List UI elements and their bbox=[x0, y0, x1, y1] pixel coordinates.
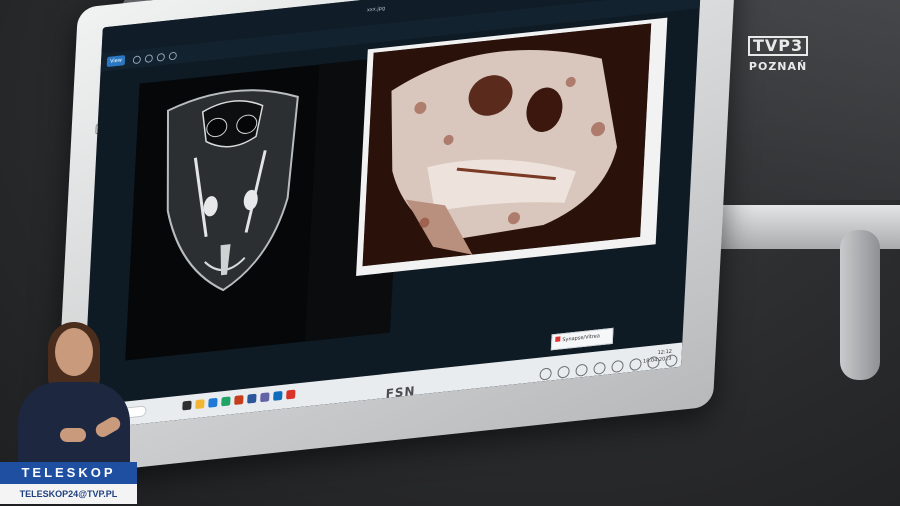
hw-button[interactable] bbox=[647, 355, 660, 370]
skull-3d-render bbox=[362, 23, 652, 267]
windows-taskbar: Szukaj 12:12 18.04.2023 bbox=[81, 342, 683, 431]
sign-language-interpreter bbox=[10, 320, 135, 472]
hw-button[interactable] bbox=[557, 365, 570, 379]
pacs-app-icon[interactable] bbox=[286, 389, 296, 400]
hw-button[interactable] bbox=[665, 354, 678, 368]
3d-skull-reconstruction bbox=[362, 23, 652, 267]
channel-logo: TVP3 POZNAŃ bbox=[748, 36, 809, 73]
interpreter-hand bbox=[60, 428, 86, 442]
hw-button[interactable] bbox=[575, 363, 588, 377]
hw-button[interactable] bbox=[593, 361, 606, 375]
teams-icon[interactable] bbox=[260, 392, 270, 403]
zoom-icon[interactable] bbox=[132, 55, 142, 65]
reconstruction-frame bbox=[356, 17, 668, 276]
notification-title: Synapse/Vitrea bbox=[562, 333, 601, 344]
taskbar-apps bbox=[182, 389, 296, 411]
ct-skull-scan bbox=[166, 89, 299, 292]
hw-button[interactable] bbox=[611, 359, 624, 374]
hw-button[interactable] bbox=[629, 357, 642, 372]
hw-button[interactable] bbox=[539, 367, 552, 381]
powerpoint-icon[interactable] bbox=[234, 395, 244, 406]
interpreter-face bbox=[55, 328, 93, 376]
notification-toast[interactable]: Synapse/Vitrea bbox=[550, 327, 614, 351]
tvp3-logo: TVP3 bbox=[748, 36, 809, 56]
channel-city: POZNAŃ bbox=[748, 60, 808, 73]
outlook-icon[interactable] bbox=[273, 390, 283, 401]
window-title: xxx.jpg bbox=[366, 5, 386, 14]
file-explorer-icon[interactable] bbox=[195, 399, 205, 410]
edge-icon[interactable] bbox=[208, 397, 218, 408]
contact-email: TELESKOP24@TVP.PL bbox=[0, 484, 137, 504]
lower-third: TELESKOP TELESKOP24@TVP.PL bbox=[0, 462, 137, 504]
excel-icon[interactable] bbox=[221, 396, 231, 407]
monitor-arm-joint bbox=[840, 230, 880, 380]
more-icon[interactable] bbox=[168, 51, 178, 61]
app-icon bbox=[555, 336, 561, 342]
operating-room-scene: 46in xxx.jpg – □ ✕ View bbox=[0, 0, 900, 506]
word-icon[interactable] bbox=[247, 393, 257, 404]
monitor-brand-logo: FSN bbox=[385, 383, 416, 402]
rotate-icon[interactable] bbox=[144, 54, 154, 64]
view-mode-button[interactable]: View bbox=[106, 55, 126, 68]
monitor-bezel: 46in xxx.jpg – □ ✕ View bbox=[53, 0, 738, 477]
task-view-icon[interactable] bbox=[182, 400, 192, 411]
crop-icon[interactable] bbox=[156, 52, 166, 62]
medical-monitor: 46in xxx.jpg – □ ✕ View bbox=[53, 0, 768, 506]
program-title: TELESKOP bbox=[0, 462, 137, 484]
